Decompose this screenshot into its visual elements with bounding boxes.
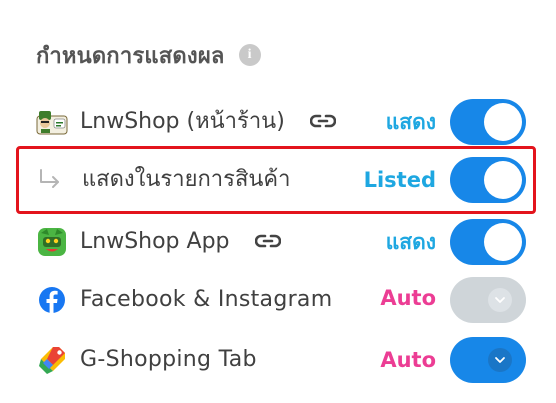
channel-name: แสดงในรายการสินค้า bbox=[82, 167, 291, 192]
section-title: กำหนดการแสดงผล bbox=[36, 43, 225, 69]
status-text: Auto bbox=[380, 286, 436, 310]
channel-row-g-shopping-tab: G-Shopping Tab Auto bbox=[0, 332, 556, 388]
info-icon[interactable]: i bbox=[238, 44, 261, 66]
lnwshop-store-icon bbox=[36, 106, 68, 138]
channel-row-lnwshop-store: LnwShop (หน้าร้าน) แสดง bbox=[0, 94, 556, 150]
link-icon[interactable] bbox=[309, 94, 337, 150]
mode-dropdown[interactable] bbox=[450, 337, 526, 383]
channel-label: LnwShop App bbox=[80, 214, 281, 270]
channel-label: LnwShop (หน้าร้าน) bbox=[80, 94, 337, 150]
section-header: กำหนดการแสดงผล i bbox=[36, 38, 261, 72]
channel-row-show-in-product-list: แสดงในรายการสินค้า Listed bbox=[0, 152, 556, 208]
toggle-knob bbox=[484, 103, 522, 141]
status-text: Auto bbox=[380, 348, 436, 372]
channel-row-facebook-instagram: Facebook & Instagram Auto bbox=[0, 272, 556, 328]
channel-name: LnwShop (หน้าร้าน) bbox=[80, 109, 285, 134]
status-text: Listed bbox=[363, 168, 436, 192]
visibility-toggle[interactable] bbox=[450, 219, 526, 265]
toggle-knob bbox=[484, 223, 522, 261]
chevron-down-icon bbox=[488, 288, 512, 312]
visibility-toggle[interactable] bbox=[450, 99, 526, 145]
google-shopping-icon bbox=[36, 344, 68, 376]
facebook-icon bbox=[36, 284, 68, 316]
status-text: แสดง bbox=[385, 110, 436, 134]
channel-name: LnwShop App bbox=[80, 229, 230, 254]
channel-name: Facebook & Instagram bbox=[80, 287, 333, 312]
toggle-knob bbox=[484, 161, 522, 199]
channel-row-lnwshop-app: LnwShop App แสดง bbox=[0, 214, 556, 270]
listed-toggle[interactable] bbox=[450, 157, 526, 203]
sub-item-arrow-icon bbox=[34, 164, 66, 196]
link-icon[interactable] bbox=[254, 214, 281, 270]
chevron-down-icon bbox=[488, 348, 512, 372]
status-text: แสดง bbox=[385, 230, 436, 254]
channel-name: G-Shopping Tab bbox=[80, 347, 257, 372]
mode-dropdown[interactable] bbox=[450, 277, 526, 323]
lnwshop-app-icon bbox=[36, 226, 68, 258]
